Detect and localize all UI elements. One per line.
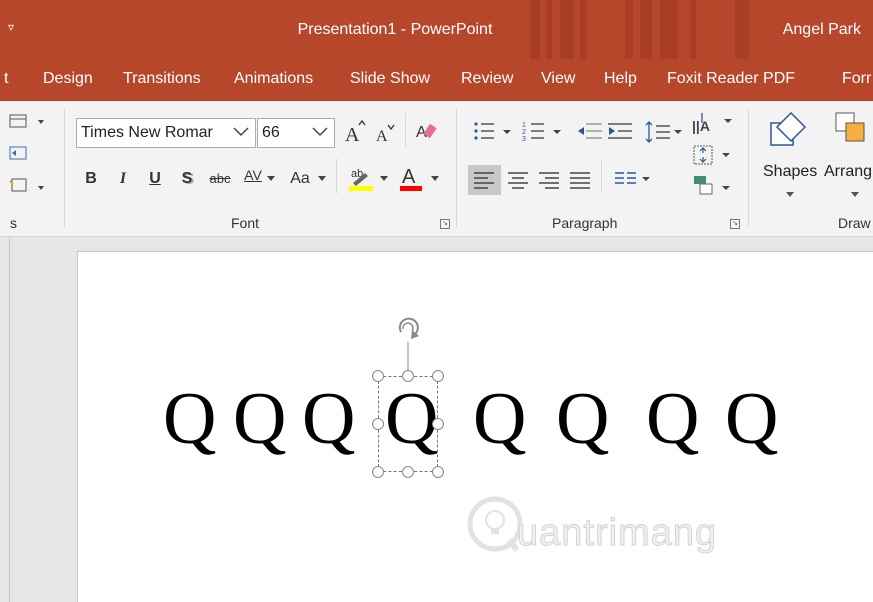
tab-review[interactable]: Review xyxy=(461,70,513,88)
group-separator xyxy=(456,109,457,227)
group-separator xyxy=(64,109,65,227)
slide-letter[interactable]: Q xyxy=(473,382,526,456)
tab-insert[interactable]: t xyxy=(4,70,8,88)
tab-help[interactable]: Help xyxy=(604,70,637,88)
svg-text:A: A xyxy=(345,124,360,145)
align-center-icon[interactable] xyxy=(505,165,531,195)
justify-icon[interactable] xyxy=(567,165,593,195)
chevron-down-icon[interactable] xyxy=(266,175,276,183)
resize-handle-bottom-left[interactable] xyxy=(372,466,384,478)
text-direction-icon[interactable]: ||A xyxy=(692,111,734,141)
line-spacing-icon[interactable] xyxy=(644,119,684,145)
italic-button[interactable]: I xyxy=(114,165,132,193)
separator xyxy=(336,159,337,193)
slide-letter[interactable]: Q xyxy=(556,382,609,456)
window-title: Presentation1 - PowerPoint xyxy=(297,21,493,38)
svg-text:A: A xyxy=(376,128,388,145)
font-color-icon[interactable]: A xyxy=(398,163,426,193)
rotate-handle-icon[interactable] xyxy=(392,312,426,376)
bullets-icon[interactable] xyxy=(472,119,516,145)
font-name-dropdown-icon[interactable] xyxy=(230,121,252,145)
watermark-text: uantrimang xyxy=(516,512,718,555)
chevron-down-icon[interactable] xyxy=(850,191,860,199)
tab-foxit-reader-pdf[interactable]: Foxit Reader PDF xyxy=(667,70,795,88)
svg-text:A: A xyxy=(402,166,416,188)
shrink-font-icon[interactable]: A xyxy=(374,121,398,145)
font-group-label: Font xyxy=(231,215,260,231)
drawing-group-label: Draw xyxy=(838,215,871,231)
arrange-button[interactable]: Arrang xyxy=(824,163,872,181)
tab-view[interactable]: View xyxy=(541,70,575,88)
slide-letter[interactable]: Q xyxy=(233,382,286,456)
font-size-dropdown-icon[interactable] xyxy=(309,121,331,145)
clear-formatting-icon[interactable]: A xyxy=(414,119,440,145)
svg-text:3: 3 xyxy=(522,136,526,143)
chevron-down-icon[interactable] xyxy=(317,175,327,183)
tab-slide-show[interactable]: Slide Show xyxy=(350,70,430,88)
decrease-indent-icon[interactable] xyxy=(576,119,604,145)
chevron-down-icon[interactable] xyxy=(430,175,440,183)
chevron-down-icon[interactable] xyxy=(785,191,795,199)
resize-handle-top[interactable] xyxy=(402,370,414,382)
shapes-button[interactable]: Shapes xyxy=(763,163,817,181)
slide-letter[interactable]: Q xyxy=(725,382,778,456)
watermark-logo xyxy=(467,496,523,552)
arrange-icon[interactable] xyxy=(832,109,873,155)
text-highlight-icon[interactable]: ab xyxy=(347,163,377,193)
selection-box[interactable] xyxy=(378,376,438,472)
shapes-icon[interactable] xyxy=(765,109,815,155)
ribbon: s Times New Romar 66 A A A B I U S abc A… xyxy=(0,101,873,237)
resize-handle-bottom[interactable] xyxy=(402,466,414,478)
grow-font-icon[interactable]: A xyxy=(344,119,368,145)
font-name-value: Times New Romar xyxy=(81,124,213,141)
text-shadow-button[interactable]: S xyxy=(178,165,196,193)
align-right-icon[interactable] xyxy=(536,165,562,195)
resize-handle-right[interactable] xyxy=(432,418,444,430)
font-name-box[interactable]: Times New Romar xyxy=(76,118,256,148)
bold-button[interactable]: B xyxy=(82,165,100,193)
font-size-value: 66 xyxy=(262,124,280,141)
slide-letter[interactable]: Q xyxy=(163,382,216,456)
columns-icon[interactable] xyxy=(612,165,652,195)
group-separator xyxy=(748,109,749,227)
slide-layout-icons[interactable] xyxy=(8,111,48,201)
strikethrough-button[interactable]: abc xyxy=(205,165,235,193)
title-bar: ▿ Presentation1 - PowerPoint Angel Park xyxy=(0,0,873,59)
character-spacing-button[interactable]: AV xyxy=(241,161,265,189)
slide-letter[interactable]: Q xyxy=(302,382,355,456)
tab-transitions[interactable]: Transitions xyxy=(123,70,201,88)
align-left-icon[interactable] xyxy=(468,165,501,195)
paragraph-dialog-launcher-icon[interactable]: ↘ xyxy=(730,219,740,229)
separator xyxy=(405,113,406,147)
tab-format[interactable]: Forr xyxy=(842,70,871,88)
svg-text:||A: ||A xyxy=(692,118,710,134)
numbering-icon[interactable]: 1 2 3 xyxy=(522,119,566,145)
svg-text:2: 2 xyxy=(522,129,526,136)
resize-handle-bottom-right[interactable] xyxy=(432,466,444,478)
paragraph-group-label: Paragraph xyxy=(552,215,618,231)
tab-design[interactable]: Design xyxy=(43,70,93,88)
chevron-down-icon[interactable] xyxy=(379,175,389,183)
separator xyxy=(601,159,602,193)
resize-handle-top-right[interactable] xyxy=(432,370,444,382)
resize-handle-top-left[interactable] xyxy=(372,370,384,382)
increase-indent-icon[interactable] xyxy=(606,119,634,145)
convert-to-smartart-icon[interactable] xyxy=(692,174,734,200)
underline-button[interactable]: U xyxy=(146,165,164,193)
font-dialog-launcher-icon[interactable]: ↘ xyxy=(440,219,450,229)
resize-handle-left[interactable] xyxy=(372,418,384,430)
user-name[interactable]: Angel Park xyxy=(783,21,861,39)
slides-group-label: s xyxy=(10,215,17,231)
slide-letter[interactable]: Q xyxy=(646,382,699,456)
svg-text:1: 1 xyxy=(522,122,526,129)
thumbnail-pane-edge[interactable] xyxy=(0,237,10,602)
ribbon-tabs: t Design Transitions Animations Slide Sh… xyxy=(0,59,873,101)
align-text-icon[interactable] xyxy=(692,143,734,169)
tab-animations[interactable]: Animations xyxy=(234,70,313,88)
change-case-button[interactable]: Aa xyxy=(286,165,314,193)
